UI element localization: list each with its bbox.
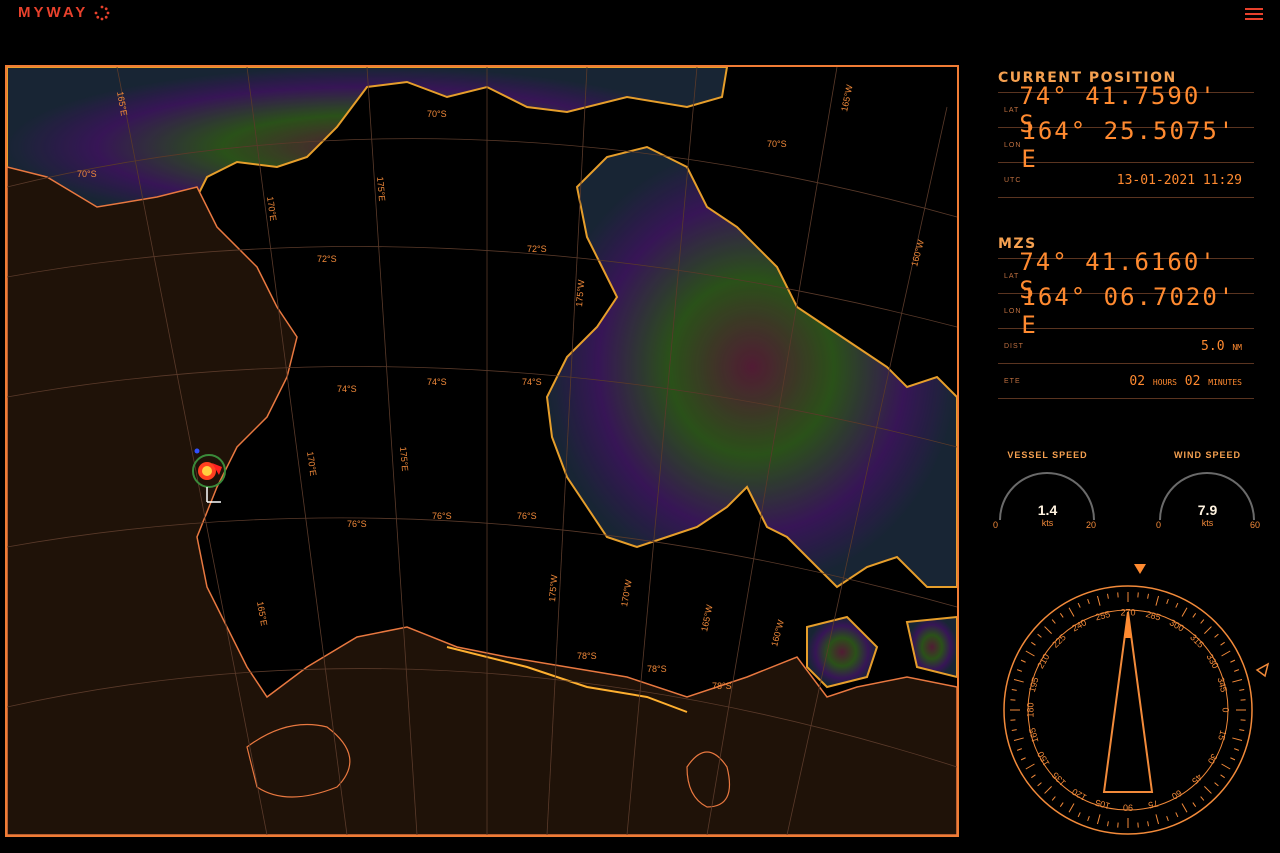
lon-label: 165°E (255, 601, 269, 627)
compass-degree-label: 15 (1216, 729, 1228, 741)
gauge-min: 0 (1156, 520, 1162, 530)
dest-lon-row: LON 164° 06.7020' E (998, 283, 1254, 339)
lon-label: 170°E (305, 451, 318, 477)
wind-speed-value: 7.9 (1197, 502, 1218, 518)
gauge-min: 0 (993, 520, 999, 530)
compass-degree-label: 135 (1050, 770, 1068, 788)
compass-degree-label: 90 (1123, 803, 1133, 813)
compass-degree-label: 210 (1035, 652, 1051, 670)
lat-label: LAT (1004, 106, 1020, 114)
lon-label: LON (1004, 307, 1022, 315)
ete-row: ETE 02 HOURS 02 MINUTES (998, 363, 1254, 399)
wind-indicator-icon (1255, 662, 1270, 678)
compass-degree-label: 285 (1145, 609, 1162, 623)
gauge-title: WIND SPEED (1173, 450, 1241, 460)
lat-label-76: 76°S (347, 519, 367, 529)
lat-label-78: 78°S (712, 681, 732, 691)
lat-label-74: 74°S (337, 384, 357, 394)
utc-label: UTC (1004, 176, 1022, 184)
dist-value: 5.0 (1201, 338, 1225, 354)
lon-label: 175°W (547, 574, 559, 602)
compass-degree-label: 105 (1094, 798, 1111, 812)
lat-label-72: 72°S (527, 244, 547, 254)
gauge-max: 60 (1250, 520, 1261, 530)
gauge-max: 20 (1086, 520, 1097, 530)
compass: 0 15 30 45 60 75 90 105 120 135 150 165 180 195 210 225… (1000, 560, 1275, 845)
lat-label-74: 74°S (522, 377, 542, 387)
lon-label: 160°W (769, 618, 786, 647)
brand-name: MYWAY (18, 4, 89, 21)
utc-value: 13-01-2021 11:29 (1116, 172, 1242, 188)
vessel-speed-value: 1.4 (1037, 502, 1058, 518)
radar-map[interactable]: 70°S 70°S 70°S 72°S 72°S 74°S 74°S 74°S … (5, 65, 959, 837)
compass-degree-label: 300 (1168, 617, 1186, 633)
compass-degree-label: 0 (1221, 707, 1231, 712)
compass-degree-label: 120 (1070, 786, 1088, 802)
lat-label-72: 72°S (317, 254, 337, 264)
wind-speed-gauge: WIND SPEED 7.9 kts 0 60 (1150, 450, 1265, 535)
dest-lon-value: 164° 06.7020' E (1021, 283, 1236, 339)
dist-label: DIST (1004, 342, 1024, 350)
destination-panel: MZS LAT 74° 41.6160' S LON 164° 06.7020'… (998, 236, 1254, 399)
gauge-title: VESSEL SPEED (1007, 450, 1088, 460)
vessel-speed-gauge: VESSEL SPEED 1.4 kts 0 20 (990, 450, 1105, 535)
compass-degree-label: 225 (1050, 632, 1068, 650)
hamburger-menu-icon[interactable] (1245, 5, 1263, 21)
lon-label: 175°E (398, 446, 410, 471)
heading-needle-icon (1102, 611, 1154, 793)
wind-speed-unit: kts (1201, 518, 1214, 528)
lat-label-70: 70°S (77, 169, 97, 179)
ete-hours: 02 (1129, 373, 1146, 389)
lat-label-76: 76°S (517, 511, 537, 521)
compass-degree-label: 45 (1190, 772, 1204, 786)
spinner-icon (94, 5, 110, 20)
compass-degree-label: 315 (1188, 632, 1206, 650)
current-lon-value: 164° 25.5075' E (1021, 117, 1236, 173)
ete-label: ETE (1004, 377, 1021, 385)
minutes-label: MINUTES (1208, 377, 1242, 387)
compass-degree-label: 165 (1027, 727, 1041, 744)
compass-degree-label: 345 (1216, 676, 1230, 693)
compass-degree-label: 75 (1147, 798, 1159, 810)
dist-unit: NM (1232, 342, 1242, 352)
hours-label: HOURS (1152, 377, 1177, 387)
lat-label-78: 78°S (577, 651, 597, 661)
compass-degree-label: 180 (1025, 702, 1035, 717)
lat-label-70: 70°S (767, 139, 787, 149)
lon-label: 165°W (699, 603, 715, 632)
lon-label: LON (1004, 141, 1022, 149)
ice-region (905, 615, 957, 679)
lon-label: 175°E (375, 176, 387, 201)
ice-region (545, 145, 957, 589)
current-lon-row: LON 164° 25.5075' E (998, 117, 1254, 173)
lat-label-78: 78°S (647, 664, 667, 674)
current-position-panel: CURRENT POSITION LAT 74° 41.7590' S LON … (998, 70, 1254, 198)
ete-minutes: 02 (1184, 373, 1201, 389)
lon-label: 170°W (619, 578, 634, 607)
lat-label-74: 74°S (427, 377, 447, 387)
lat-label-70: 70°S (427, 109, 447, 119)
brand-logo[interactable]: MYWAY (18, 4, 110, 21)
heading-pointer-icon (1134, 564, 1146, 574)
lat-label-76: 76°S (432, 511, 452, 521)
compass-degree-label: 255 (1094, 609, 1111, 623)
lat-label: LAT (1004, 272, 1020, 280)
compass-degree-label: 195 (1027, 676, 1041, 693)
lon-label: 160°W (909, 238, 926, 267)
lon-label: 175°W (574, 279, 586, 307)
lon-label: 165°W (839, 83, 855, 112)
ice-region (806, 615, 879, 689)
